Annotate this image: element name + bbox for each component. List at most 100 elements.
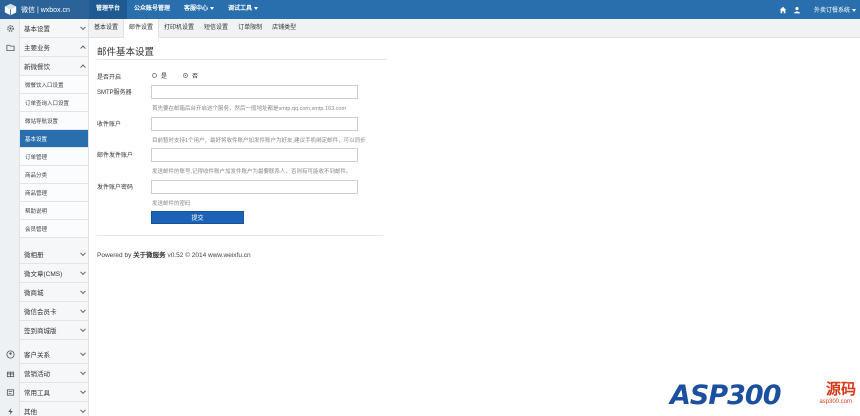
sidebar-item-product-manage[interactable]: 商品管理 (20, 184, 88, 202)
sidebar-icon-tools[interactable] (0, 383, 20, 402)
sidebar-item-help[interactable]: 帮助说明 (20, 202, 88, 220)
tab-sms-settings[interactable]: 短信设置 (199, 19, 233, 38)
page-title: 邮件基本设置 (97, 47, 155, 58)
password-input[interactable] (151, 180, 358, 194)
sidebar-icon-other[interactable] (0, 402, 20, 416)
sidebar-item-album[interactable]: 微相册 (20, 245, 88, 264)
tab-label: 订单限制 (238, 25, 263, 31)
nav-label: 客服中心 (184, 6, 209, 12)
watermark-url: asp300.com (819, 399, 852, 405)
chevron-up-icon (80, 64, 86, 71)
settings-tabs: 基本设置 邮件设置 打印机设置 短信设置 订单限制 店铺类型 (89, 19, 860, 38)
footer-link[interactable]: 关于微服务 (133, 252, 166, 259)
user-icon[interactable] (793, 6, 801, 14)
sidebar-item-cms[interactable]: 微文章(CMS) (20, 264, 88, 283)
enable-no-radio[interactable]: 否 (183, 71, 198, 80)
sidebar-item-product-category[interactable]: 商品分类 (20, 166, 88, 184)
sidebar-label: 签到商城版 (24, 328, 57, 335)
radio-checked-icon (183, 73, 189, 78)
divider (97, 235, 383, 236)
tab-label: 邮件设置 (129, 25, 154, 31)
gift-icon (6, 371, 14, 378)
chevron-up-icon (80, 45, 86, 52)
sender-input[interactable] (151, 148, 358, 162)
sidebar-item-order-query-entry[interactable]: 订单查询入口设置 (20, 94, 88, 112)
sidebar-item-member-card[interactable]: 微信会员卡 (20, 302, 88, 321)
tab-label: 短信设置 (204, 25, 229, 31)
tab-order-limits[interactable]: 订单限制 (233, 19, 267, 38)
sidebar-group-other[interactable]: 其他 (20, 402, 88, 416)
tab-label: 基本设置 (94, 25, 119, 31)
sidebar-icon-crm[interactable] (0, 345, 20, 364)
sidebar-item-member-manage[interactable]: 会员管理 (20, 220, 88, 238)
chevron-down-icon (80, 269, 86, 276)
sidebar-icon-marketing[interactable] (0, 364, 20, 383)
sidebar-item-order-manage[interactable]: 订单管理 (20, 148, 88, 166)
user-menu[interactable]: 外卖订餐系统 (814, 5, 856, 14)
caret-down-icon (852, 8, 856, 12)
sidebar-label: 主要业务 (24, 45, 50, 52)
nav-debug-tools[interactable]: 调试工具 (221, 0, 265, 19)
sidebar-group-marketing[interactable]: 营销活动 (20, 364, 88, 383)
enable-radio-group: 是 否 (152, 71, 214, 80)
sidebar-label: 基本设置 (24, 26, 50, 33)
watermark-logo: ASP300 源码 asp300.com (670, 372, 860, 416)
tab-basic-settings[interactable]: 基本设置 (89, 19, 123, 38)
chevron-down-icon (80, 326, 86, 333)
sidebar-group-main-business[interactable]: 主要业务 (20, 38, 88, 57)
sidebar-label: 订单查询入口设置 (25, 100, 70, 107)
sidebar-item-mall[interactable]: 微商城 (20, 283, 88, 302)
sidebar-group-basic-settings[interactable]: 基本设置 (20, 19, 88, 38)
sidebar-group-crm[interactable]: 客户关系 (20, 345, 88, 364)
sidebar-label: 基本设置 (25, 136, 48, 143)
chevron-down-icon (80, 407, 86, 414)
smtp-input[interactable] (151, 85, 358, 99)
nav-account-manage[interactable]: 公众账号管理 (127, 0, 177, 19)
caret-down-icon (254, 6, 259, 10)
sidebar-icon-settings[interactable] (0, 19, 20, 38)
tools-icon (6, 389, 14, 396)
tab-email-settings[interactable]: 邮件设置 (123, 19, 160, 38)
bolt-icon (7, 407, 13, 416)
nav-admin-platform[interactable]: 管理平台 (89, 0, 128, 19)
sidebar-label: 常用工具 (24, 390, 50, 397)
sidebar-item-basic-settings[interactable]: 基本设置 (20, 130, 88, 148)
sidebar-item-new-catering[interactable]: 新微餐饮 (20, 57, 88, 76)
sidebar-item-site-nav[interactable]: 微站导航设置 (20, 112, 88, 130)
chevron-down-icon (80, 307, 86, 314)
sidebar-label: 商品管理 (25, 190, 48, 197)
chevron-down-icon (80, 250, 86, 257)
sidebar-group-tools[interactable]: 常用工具 (20, 383, 88, 402)
recipient-input[interactable] (151, 117, 358, 131)
home-icon[interactable] (779, 6, 787, 14)
chevron-down-icon (80, 350, 86, 357)
sidebar-icon-column (0, 19, 20, 416)
tab-store-type[interactable]: 店铺类型 (267, 19, 301, 38)
main-content: 邮件基本设置 是否开启 是 否 SMTP服务器 首先要在邮箱后台开启这个服务，然… (89, 38, 860, 416)
sidebar-label: 微相册 (24, 252, 44, 259)
nav-service-center[interactable]: 客服中心 (177, 0, 221, 19)
tab-printer-settings[interactable]: 打印机设置 (159, 19, 199, 38)
sidebar-label: 客户关系 (24, 352, 50, 359)
sidebar-label: 微文章(CMS) (24, 271, 63, 278)
brand[interactable]: 微信 | wxbox.cn (0, 0, 89, 19)
sidebar-item-checkin-mall[interactable]: 签到商城版 (20, 321, 88, 340)
sidebar-label: 帮助说明 (25, 208, 48, 215)
sidebar-item-catering-entry[interactable]: 微餐饮入口设置 (20, 76, 88, 94)
sidebar-label: 营销活动 (24, 371, 50, 378)
enable-label: 是否开启 (97, 75, 122, 81)
submit-button[interactable]: 提交 (151, 211, 244, 224)
watermark-cn: 源码 (825, 380, 856, 398)
chevron-down-icon (80, 369, 86, 376)
tab-label: 店铺类型 (272, 25, 297, 31)
caret-down-icon (210, 6, 215, 10)
footer-suffix: v0.52 © 2014 www.weixfu.cn (165, 252, 251, 259)
sidebar-icon-business[interactable] (0, 38, 20, 57)
top-right: 外卖订餐系统 (776, 0, 860, 19)
sidebar-label: 微商城 (24, 290, 44, 297)
folder-icon (5, 44, 15, 52)
chevron-down-icon (80, 288, 86, 295)
enable-yes-radio[interactable]: 是 (152, 71, 167, 80)
sidebar-label: 新微餐饮 (24, 64, 50, 71)
radio-circle-icon (152, 73, 157, 78)
